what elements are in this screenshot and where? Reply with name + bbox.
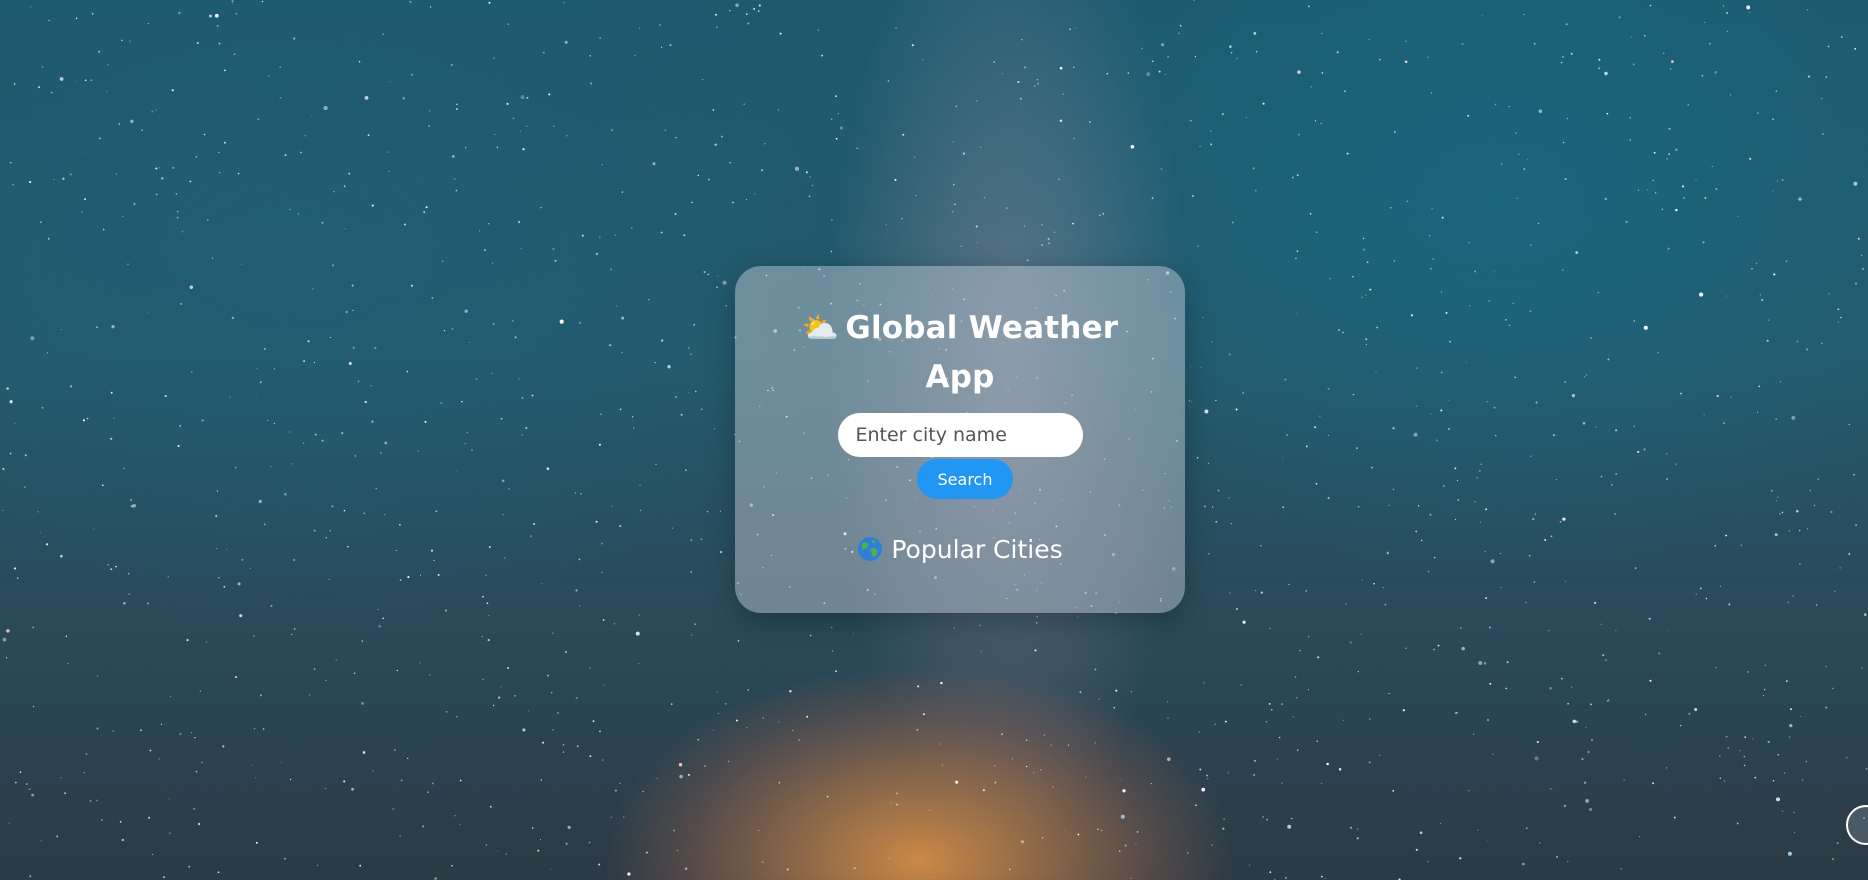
weather-card: ⛅Global Weather App Search Popular Citie… bbox=[735, 266, 1185, 613]
city-search-input[interactable] bbox=[837, 413, 1083, 457]
popular-cities-heading: Popular Cities bbox=[735, 535, 1185, 564]
app-title-text: Global Weather App bbox=[845, 310, 1119, 395]
popular-cities-label: Popular Cities bbox=[891, 535, 1063, 564]
floating-action-button[interactable] bbox=[1846, 805, 1868, 845]
search-button[interactable]: Search bbox=[917, 459, 1013, 499]
app-title: ⛅ Global Weather App bbox=[775, 304, 1145, 401]
globe-icon bbox=[858, 537, 883, 561]
cloud-sun-icon: ⛅ bbox=[801, 311, 840, 346]
